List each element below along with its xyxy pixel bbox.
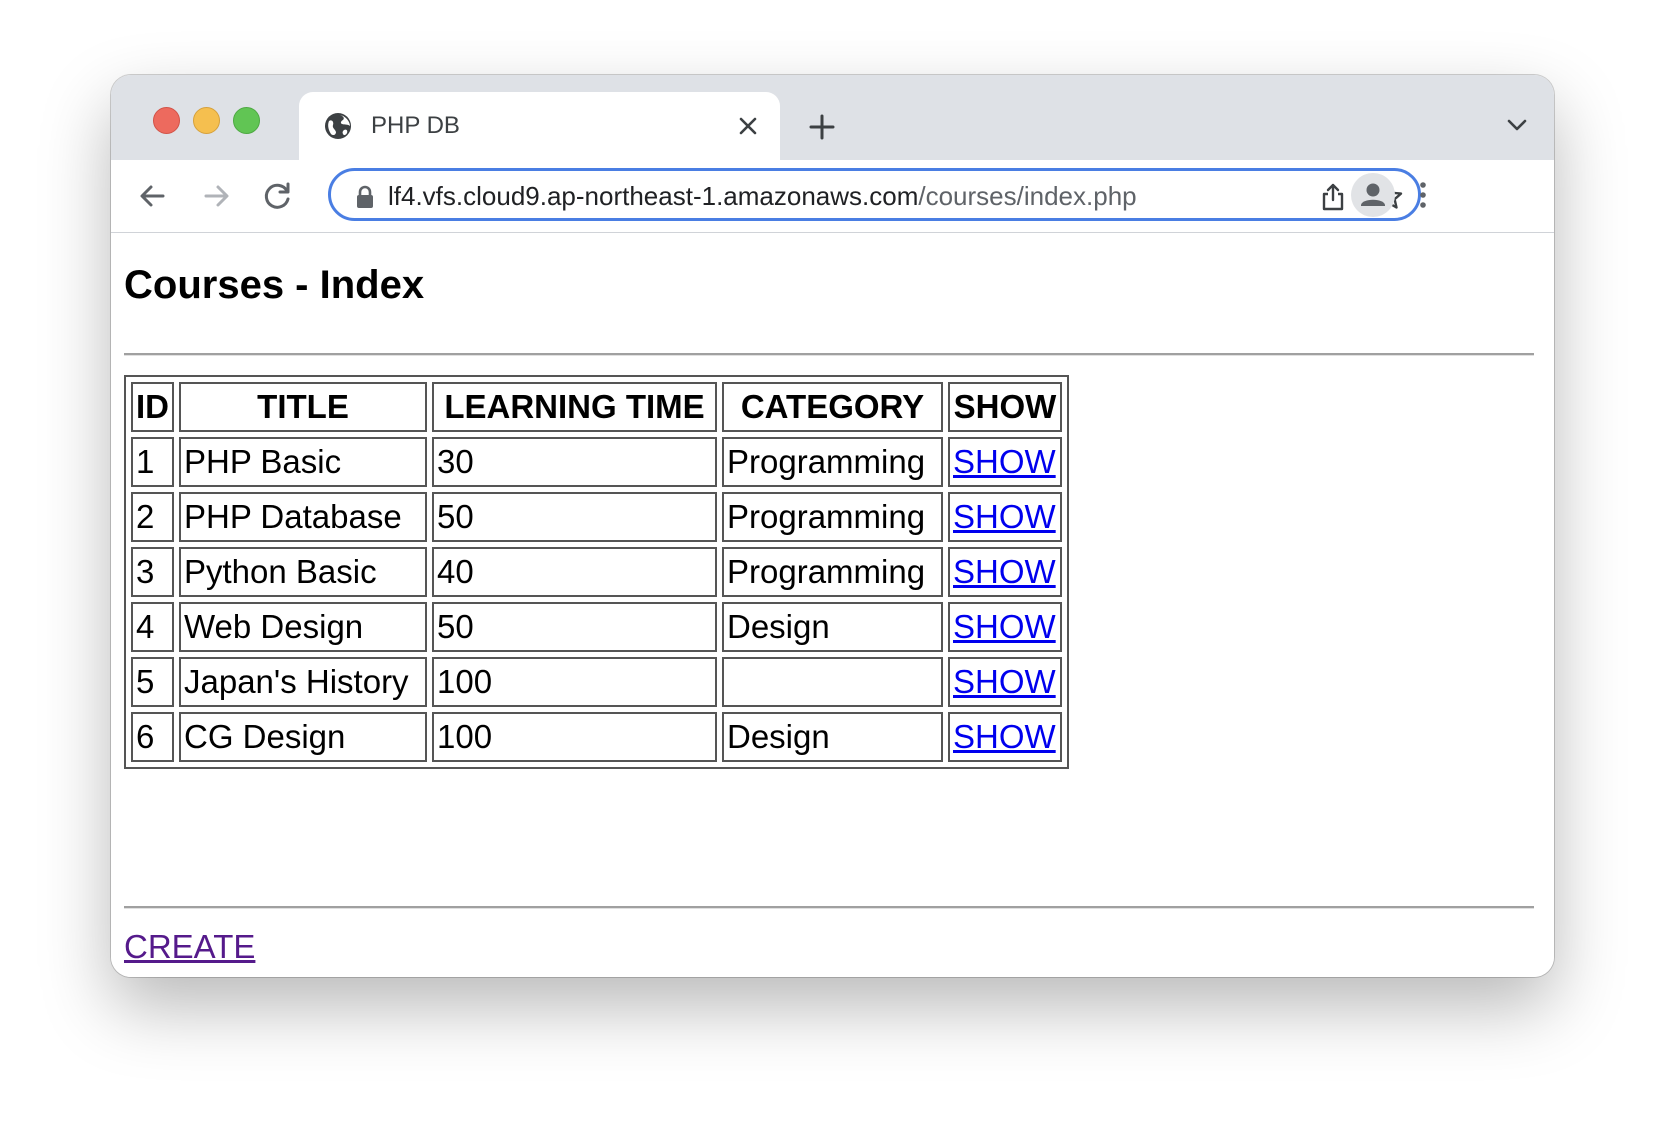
cell-show: SHOW [948, 437, 1062, 487]
table-row: 6 CG Design 100 Design SHOW [131, 712, 1062, 762]
cell-show: SHOW [948, 657, 1062, 707]
cell-show: SHOW [948, 547, 1062, 597]
close-icon[interactable] [734, 112, 762, 140]
chevron-down-icon[interactable] [1504, 115, 1530, 135]
browser-tab[interactable]: PHP DB [299, 92, 780, 160]
table-row: 2 PHP Database 50 Programming SHOW [131, 492, 1062, 542]
cell-category [722, 657, 943, 707]
window-minimize-button[interactable] [193, 107, 220, 134]
profile-silhouette-icon [1361, 183, 1385, 206]
show-link[interactable]: SHOW [953, 443, 1056, 480]
url-path: /courses/index.php [918, 181, 1137, 211]
table-row: 4 Web Design 50 Design SHOW [131, 602, 1062, 652]
show-link[interactable]: SHOW [953, 498, 1056, 535]
cell-title: Python Basic [179, 547, 427, 597]
cell-learning-time: 40 [432, 547, 717, 597]
window-close-button[interactable] [153, 107, 180, 134]
cell-learning-time: 100 [432, 657, 717, 707]
cell-show: SHOW [948, 492, 1062, 542]
cell-learning-time: 30 [432, 437, 717, 487]
show-link[interactable]: SHOW [953, 718, 1056, 755]
cell-id: 4 [131, 602, 174, 652]
cell-title: PHP Basic [179, 437, 427, 487]
url-text[interactable]: lf4.vfs.cloud9.ap-northeast-1.amazonaws.… [388, 180, 1137, 212]
browser-toolbar: lf4.vfs.cloud9.ap-northeast-1.amazonaws.… [111, 160, 1554, 233]
cell-show: SHOW [948, 602, 1062, 652]
browser-window: PHP DB lf4.vfs.cloud9.ap-northeast-1.ama… [111, 75, 1554, 977]
show-link[interactable]: SHOW [953, 663, 1056, 700]
table-header-row: ID TITLE LEARNING TIME CATEGORY SHOW [131, 382, 1062, 432]
create-link[interactable]: CREATE [124, 928, 255, 966]
divider-bottom [124, 906, 1534, 909]
divider-top [124, 353, 1534, 356]
header-category: CATEGORY [722, 382, 943, 432]
cell-category: Programming [722, 492, 943, 542]
cell-id: 6 [131, 712, 174, 762]
cell-title: Web Design [179, 602, 427, 652]
table-row: 3 Python Basic 40 Programming SHOW [131, 547, 1062, 597]
avatar-icon[interactable] [1351, 173, 1395, 217]
url-host: lf4.vfs.cloud9.ap-northeast-1.amazonaws.… [388, 181, 919, 211]
lock-icon[interactable] [353, 184, 377, 210]
page-content: Courses - Index ID TITLE LEARNING TIME C… [111, 233, 1554, 977]
reload-icon[interactable] [260, 178, 296, 214]
arrow-right-icon[interactable] [198, 178, 234, 214]
table-row: 1 PHP Basic 30 Programming SHOW [131, 437, 1062, 487]
cell-category: Programming [722, 437, 943, 487]
cell-show: SHOW [948, 712, 1062, 762]
show-link[interactable]: SHOW [953, 553, 1056, 590]
header-title: TITLE [179, 382, 427, 432]
window-maximize-button[interactable] [233, 107, 260, 134]
cell-category: Design [722, 602, 943, 652]
header-id: ID [131, 382, 174, 432]
cell-id: 1 [131, 437, 174, 487]
show-link[interactable]: SHOW [953, 608, 1056, 645]
cell-title: PHP Database [179, 492, 427, 542]
tab-title: PHP DB [371, 112, 460, 139]
share-icon[interactable] [1320, 182, 1346, 212]
cell-category: Design [722, 712, 943, 762]
cell-learning-time: 100 [432, 712, 717, 762]
header-learning-time: LEARNING TIME [432, 382, 717, 432]
tab-strip: PHP DB [111, 75, 1554, 160]
cell-learning-time: 50 [432, 492, 717, 542]
courses-table: ID TITLE LEARNING TIME CATEGORY SHOW 1 P… [124, 375, 1069, 769]
table-row: 5 Japan's History 100 SHOW [131, 657, 1062, 707]
cell-id: 5 [131, 657, 174, 707]
cell-title: Japan's History [179, 657, 427, 707]
kebab-menu-icon[interactable] [1416, 177, 1430, 213]
cell-id: 2 [131, 492, 174, 542]
arrow-left-icon[interactable] [135, 178, 171, 214]
cell-category: Programming [722, 547, 943, 597]
cell-learning-time: 50 [432, 602, 717, 652]
header-show: SHOW [948, 382, 1062, 432]
page-title: Courses - Index [124, 263, 425, 307]
cell-id: 3 [131, 547, 174, 597]
plus-icon[interactable] [805, 110, 839, 144]
address-bar[interactable]: lf4.vfs.cloud9.ap-northeast-1.amazonaws.… [328, 168, 1421, 221]
cell-title: CG Design [179, 712, 427, 762]
globe-icon [325, 113, 351, 139]
